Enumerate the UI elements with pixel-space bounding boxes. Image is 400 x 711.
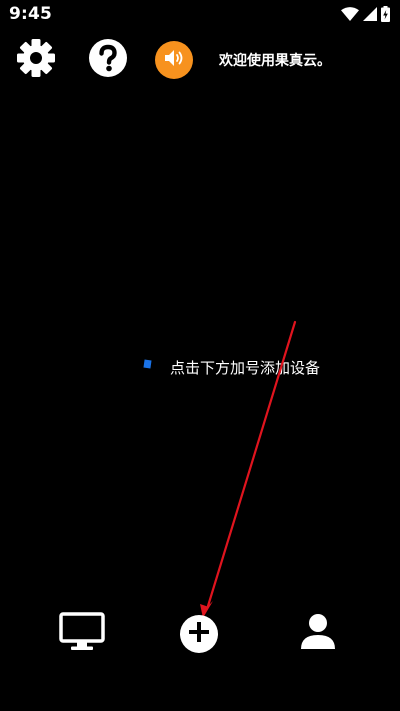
plus-icon: [188, 621, 210, 647]
speaker-icon: [162, 46, 186, 74]
wifi-icon: [341, 7, 359, 21]
bottom-navigation: [0, 605, 400, 665]
cellular-signal-icon: [363, 7, 377, 21]
hint-text: 点击下方加号添加设备: [170, 359, 321, 377]
question-icon: [88, 38, 128, 82]
monitor-icon: [59, 612, 105, 656]
battery-icon: [381, 6, 390, 22]
status-icons: [341, 5, 390, 23]
user-icon: [299, 613, 337, 655]
status-time: 9:45: [9, 4, 53, 24]
settings-button[interactable]: [16, 38, 56, 82]
empty-state-hint: 点击下方加号添加设备: [0, 350, 400, 390]
add-device-button[interactable]: [180, 615, 218, 653]
welcome-text: 欢迎使用果真云。: [219, 53, 331, 69]
profile-tab[interactable]: [298, 611, 338, 657]
top-toolbar: 欢迎使用果真云。: [0, 38, 400, 84]
hint-dot-icon: [143, 359, 152, 369]
sound-button[interactable]: [155, 41, 193, 79]
status-bar: 9:45: [0, 0, 400, 28]
help-button[interactable]: [88, 38, 128, 82]
devices-tab[interactable]: [59, 611, 105, 657]
gear-icon: [16, 38, 56, 82]
